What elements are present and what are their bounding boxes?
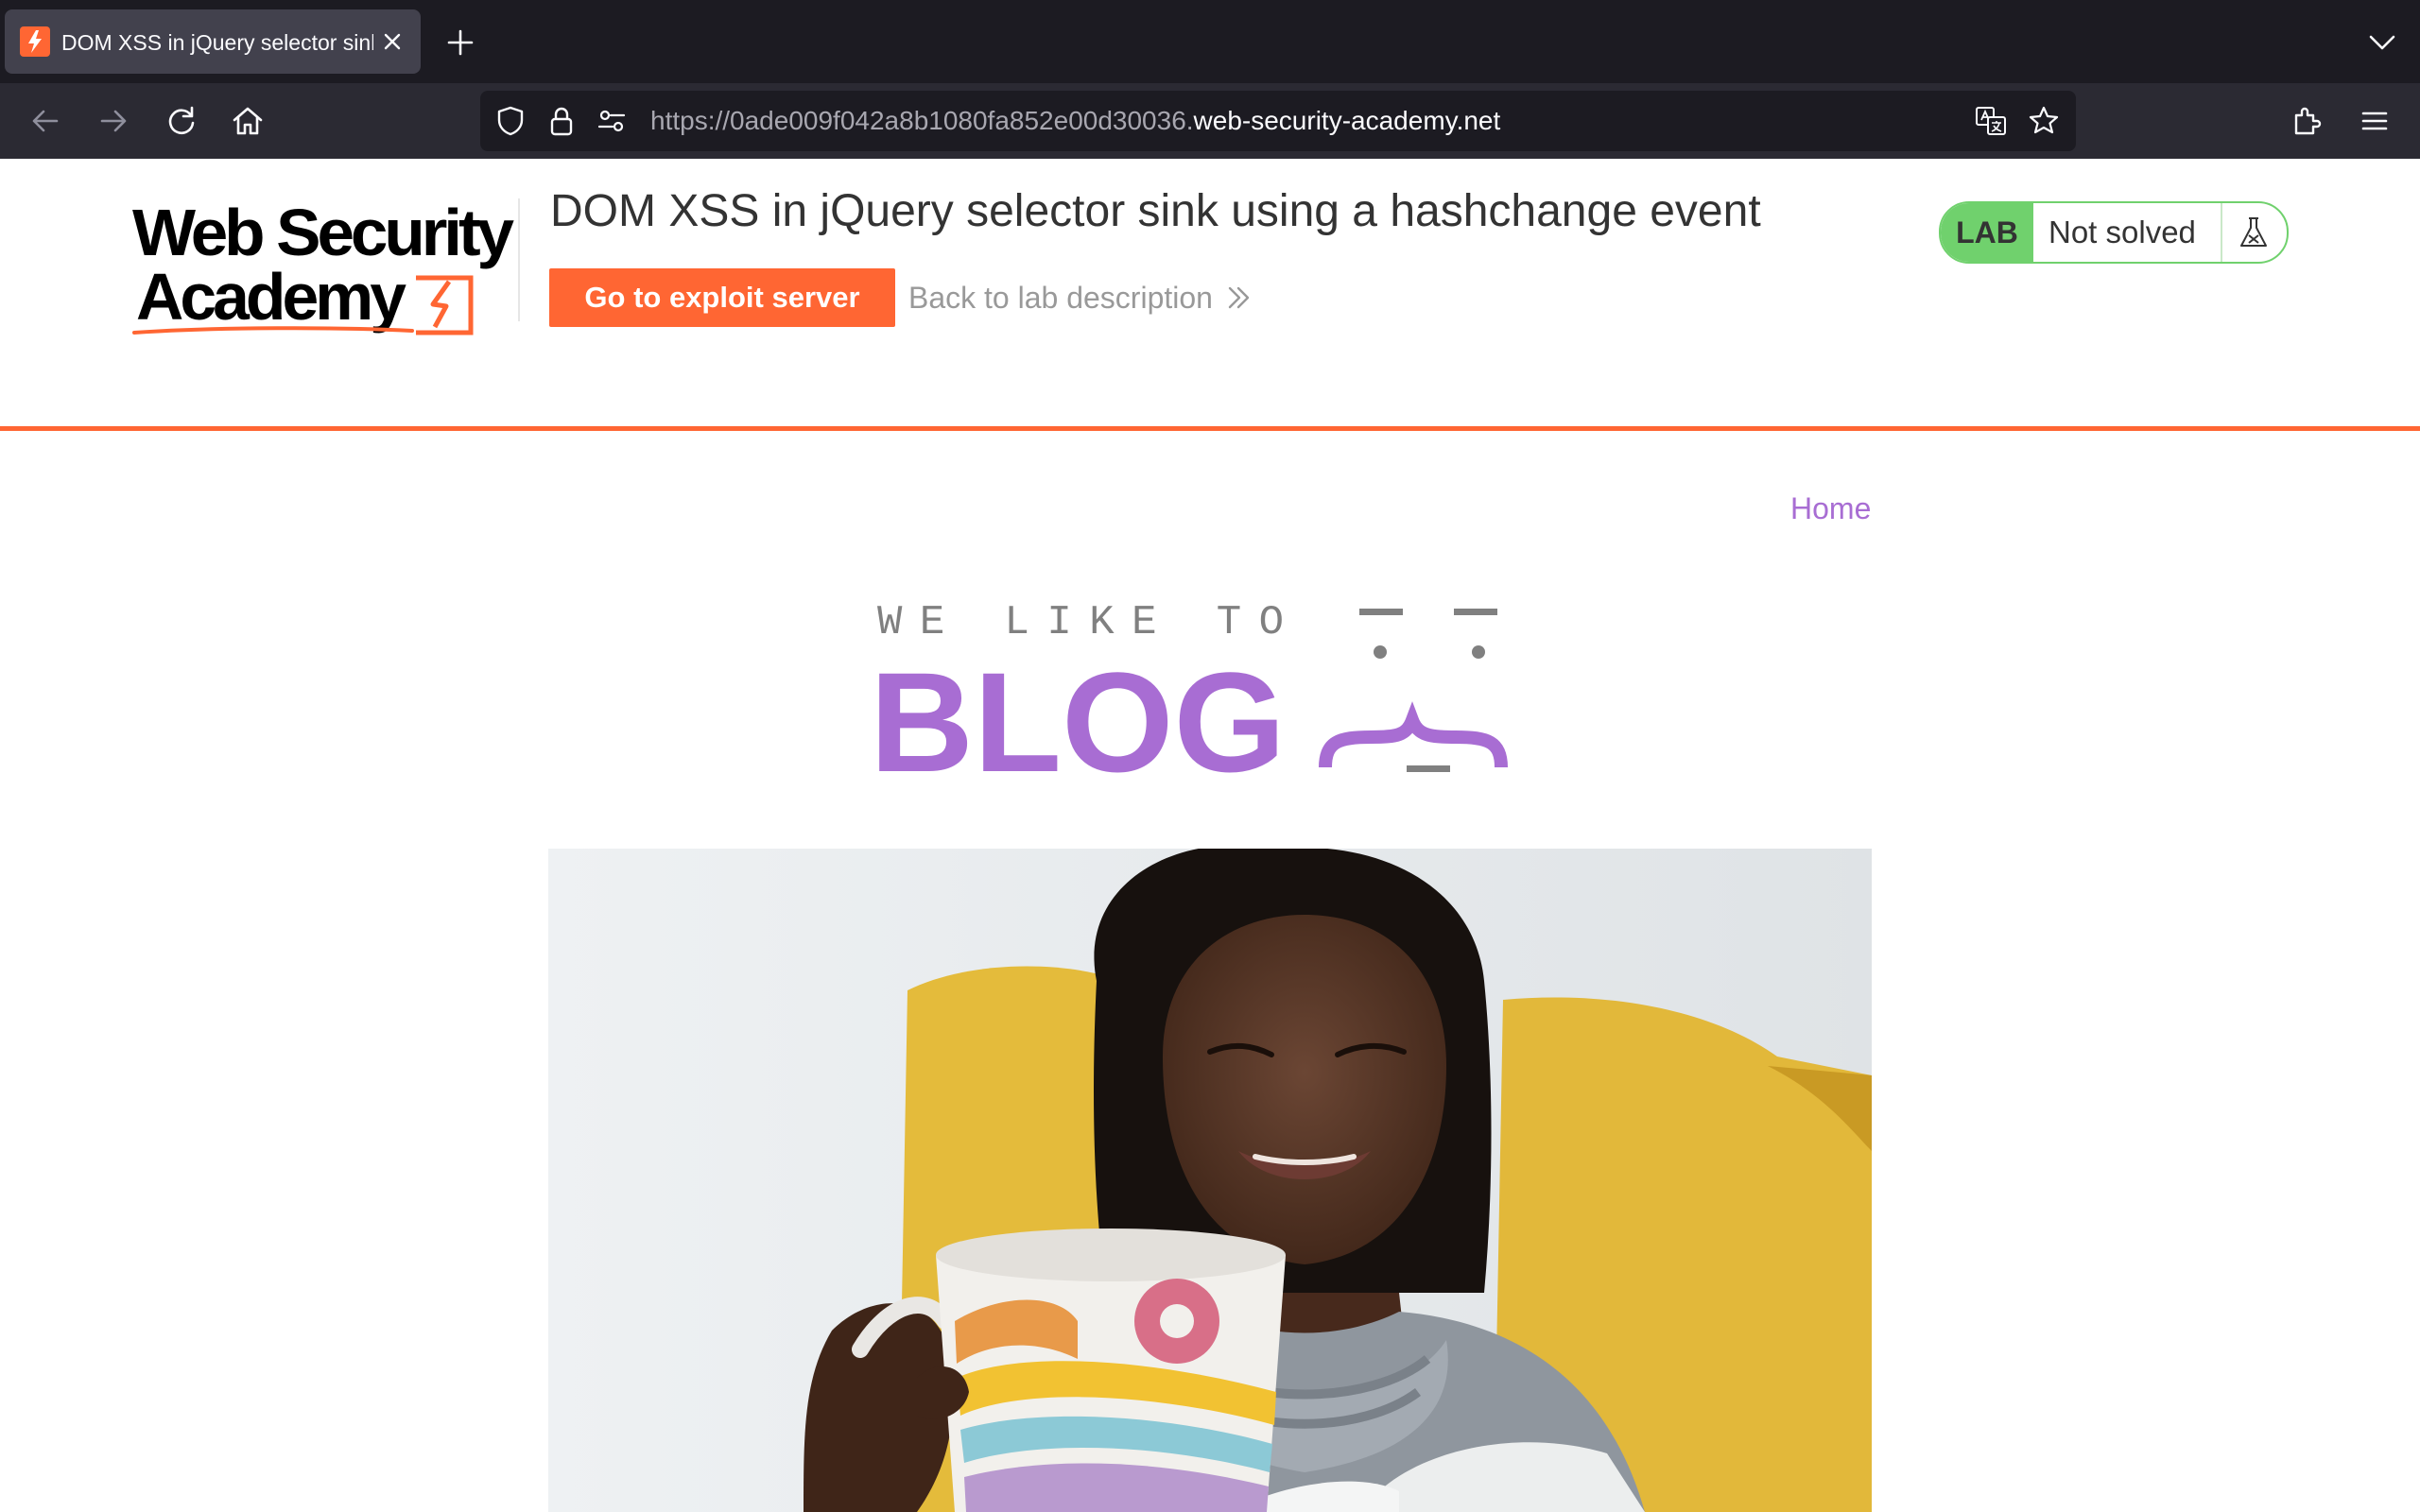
extensions-icon[interactable]: [2288, 102, 2325, 140]
go-to-exploit-server-button[interactable]: Go to exploit server: [549, 268, 895, 327]
forward-arrow-icon[interactable]: [95, 102, 132, 140]
double-chevron-right-icon[interactable]: [1225, 284, 1253, 312]
logo-divider: [518, 198, 520, 321]
permissions-icon[interactable]: [596, 104, 630, 138]
bookmark-star-icon[interactable]: [2027, 104, 2061, 138]
url-domain: web-security-academy.net: [1193, 106, 1501, 135]
lab-badge: LAB: [1941, 203, 2033, 262]
lock-icon[interactable]: [544, 104, 579, 138]
reload-icon[interactable]: [163, 102, 200, 140]
lab-title: DOM XSS in jQuery selector sink using a …: [550, 186, 1761, 236]
translate-icon[interactable]: [1974, 104, 2008, 138]
back-to-lab-description-link[interactable]: Back to lab description: [908, 278, 1213, 318]
burp-lightning-icon: [20, 26, 50, 57]
blog-hero-image: [548, 849, 1872, 1512]
blog-banner-logo: WE LIKE TO BLOG: [870, 599, 1508, 784]
tab-title: DOM XSS in jQuery selector sink using a …: [61, 30, 373, 55]
banner-top-text: WE LIKE TO: [877, 599, 1303, 646]
menu-icon[interactable]: [2356, 102, 2394, 140]
logo-line1: Web Security: [132, 198, 514, 269]
header-orange-rule: [0, 426, 2420, 431]
browser-tab-bar: DOM XSS in jQuery selector sink using a …: [0, 0, 2420, 83]
browser-nav-bar: https://0ade009f042a8b1080fa852e00d30036…: [0, 83, 2420, 159]
web-security-academy-logo[interactable]: Web Security Academy: [132, 198, 520, 340]
lab-status-text: Not solved: [2048, 215, 2196, 249]
shield-icon[interactable]: [493, 104, 527, 138]
plus-icon[interactable]: [444, 26, 476, 59]
lab-header: Web Security Academy DOM XSS in jQuery s…: [0, 159, 2420, 429]
chevron-down-icon[interactable]: [2365, 26, 2399, 59]
lab-status-widget: LAB Not solved: [1939, 201, 2289, 264]
nav-home-link[interactable]: Home: [1790, 488, 1871, 529]
browser-tab-active[interactable]: DOM XSS in jQuery selector sink using a …: [5, 9, 421, 74]
close-icon[interactable]: [378, 27, 406, 56]
url-prefix: https://0ade009f042a8b1080fa852e00d30036…: [650, 106, 1194, 135]
banner-blog-text: BLOG: [870, 643, 1286, 784]
status-divider: [2221, 203, 2222, 262]
logo-line2: Academy: [136, 260, 406, 334]
back-arrow-icon[interactable]: [26, 102, 64, 140]
flask-icon: [2240, 217, 2267, 247]
url-text[interactable]: https://0ade009f042a8b1080fa852e00d30036…: [650, 104, 1500, 138]
woman-with-mug-photo: [548, 849, 1872, 1512]
home-icon[interactable]: [229, 102, 267, 140]
face-emblem-icon: [1319, 609, 1508, 772]
url-bar[interactable]: https://0ade009f042a8b1080fa852e00d30036…: [480, 91, 2076, 151]
